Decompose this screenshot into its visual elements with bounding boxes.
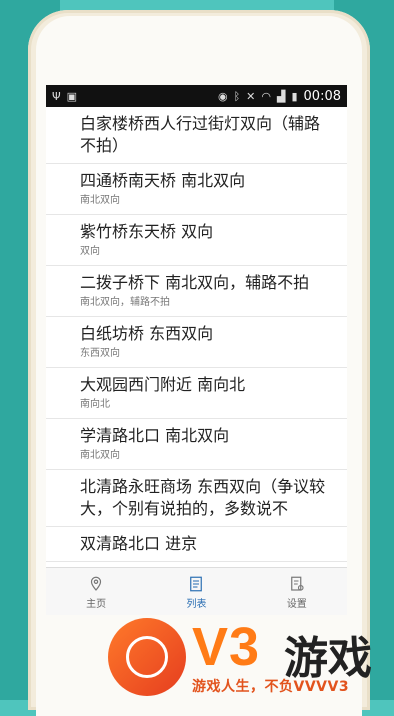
wifi-icon: ◠	[261, 89, 271, 103]
list-item[interactable]: 白家楼桥西人行过街灯双向（辅路不拍）	[46, 107, 347, 164]
list-item-title: 白纸坊桥 东西双向	[80, 324, 214, 343]
status-time: 00:08	[303, 88, 341, 104]
tab-home[interactable]: 主页	[46, 568, 146, 615]
tab-label: 设置	[286, 598, 307, 610]
bottom-tab-bar: 主页 列表 设置	[46, 567, 347, 615]
watermark-brand: V3 游戏 游戏人生，不负VVVV3	[98, 612, 394, 700]
list-item[interactable]: 双清路北口 进京	[46, 527, 347, 562]
camera-list[interactable]: 白家楼桥西人行过街灯双向（辅路不拍） 四通桥南天桥 南北双向 南北双向 紫竹桥东…	[46, 107, 347, 567]
battery-icon: ▮	[291, 89, 298, 103]
status-bar: Ψ ▣ ◉ ᛒ ✕ ◠ ▟ ▮ 00:08	[46, 85, 347, 107]
signal-icon: ▟	[277, 89, 286, 103]
home-pin-icon	[91, 576, 102, 591]
list-item[interactable]: 白纸坊桥 东西双向 东西双向	[46, 317, 347, 368]
list-item[interactable]: 四通桥南天桥 南北双向 南北双向	[46, 164, 347, 215]
settings-doc-icon	[290, 576, 304, 591]
list-item[interactable]: 学清路北口 南北双向 南北双向	[46, 419, 347, 470]
brand-v3-text: V3	[192, 617, 261, 677]
mute-icon: ✕	[246, 89, 256, 103]
phone-screen: Ψ ▣ ◉ ᛒ ✕ ◠ ▟ ▮ 00:08 白家楼桥西人行过街灯双向（辅路不拍）…	[46, 85, 347, 615]
brand-logo-icon	[108, 618, 186, 696]
brand-slogan: 游戏人生，不负VVVV3	[192, 679, 350, 695]
list-item-subtitle: 东西双向	[80, 348, 120, 359]
usb-icon: Ψ	[52, 89, 61, 103]
list-item[interactable]: 大观园西门附近 南向北 南向北	[46, 368, 347, 419]
tab-label: 列表	[186, 598, 207, 610]
list-item[interactable]: 北清路永旺商场 东西双向（争议较大，个别有说拍的，多数说不	[46, 470, 347, 527]
list-item[interactable]: 二拨子桥下 南北双向，辅路不拍 南北双向，辅路不拍	[46, 266, 347, 317]
list-item-title: 北清路永旺商场 东西双向（争议较大，个别有说拍的，多数说不	[80, 477, 326, 518]
list-item-subtitle: 双向	[80, 246, 100, 257]
list-item-title: 四通桥南天桥 南北双向	[80, 171, 246, 190]
tab-list[interactable]: 列表	[146, 568, 246, 615]
sim-icon: ▣	[66, 89, 78, 103]
list-item-title: 双清路北口 进京	[80, 534, 198, 553]
tab-label: 主页	[86, 598, 107, 610]
list-item-subtitle: 南北双向	[80, 195, 120, 206]
eye-icon: ◉	[217, 89, 228, 103]
list-item-title: 大观园西门附近 南向北	[80, 375, 246, 394]
list-item-title: 学清路北口 南北双向	[80, 426, 230, 445]
tab-settings[interactable]: 设置	[247, 568, 347, 615]
list-icon	[190, 576, 203, 591]
list-item-title: 白家楼桥西人行过街灯双向（辅路不拍）	[80, 114, 321, 155]
list-item-subtitle: 南北双向	[80, 450, 120, 461]
list-item-subtitle: 南北双向，辅路不拍	[80, 297, 170, 308]
list-item-title: 紫竹桥东天桥 双向	[80, 222, 214, 241]
bluetooth-icon: ᛒ	[233, 89, 241, 103]
list-item[interactable]: 紫竹桥东天桥 双向 双向	[46, 215, 347, 266]
list-item-subtitle: 南向北	[80, 399, 110, 410]
list-item-title: 二拨子桥下 南北双向，辅路不拍	[80, 273, 310, 292]
